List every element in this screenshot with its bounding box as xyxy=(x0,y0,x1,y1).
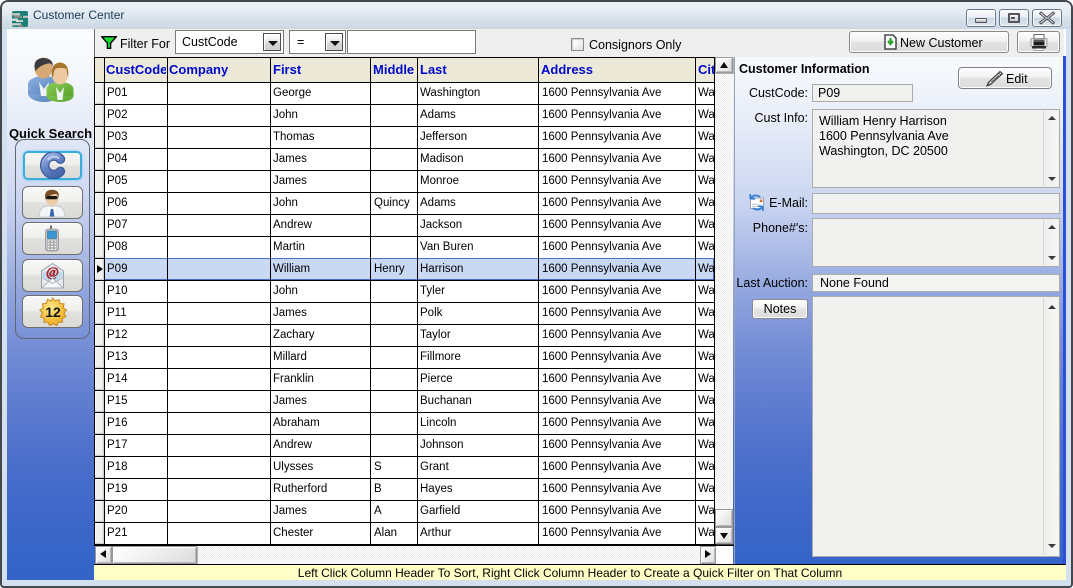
svg-text:12: 12 xyxy=(45,304,61,320)
